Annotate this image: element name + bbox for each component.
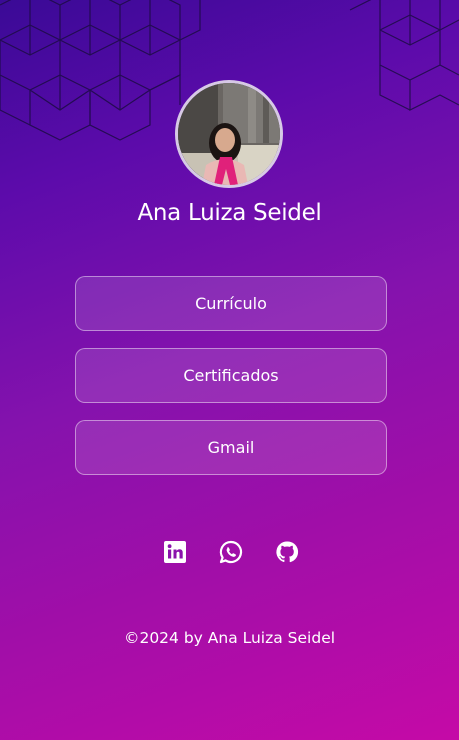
whatsapp-icon[interactable] [218, 539, 244, 565]
curriculo-button[interactable]: Currículo [75, 276, 387, 331]
profile-photo [178, 83, 280, 185]
linkedin-icon[interactable] [162, 539, 188, 565]
avatar [175, 80, 283, 188]
github-icon[interactable] [274, 539, 300, 565]
gmail-button[interactable]: Gmail [75, 420, 387, 475]
certificados-button[interactable]: Certificados [75, 348, 387, 403]
profile-name: Ana Luiza Seidel [137, 200, 322, 226]
footer-copyright: ©2024 by Ana Luiza Seidel [123, 629, 336, 647]
